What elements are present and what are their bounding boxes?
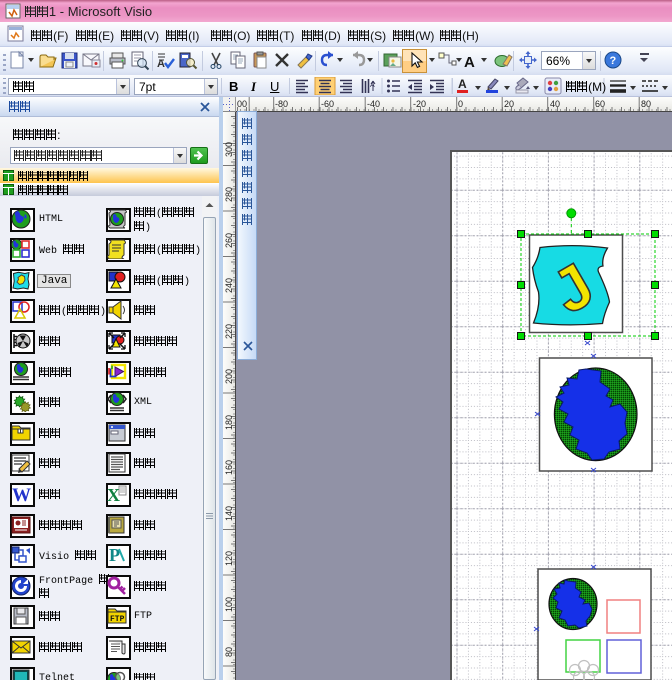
- svg-text:FTP: FTP: [110, 615, 125, 624]
- svg-text:?: ?: [610, 55, 617, 67]
- svg-text:P: P: [109, 545, 120, 565]
- svg-text:A: A: [370, 82, 375, 89]
- svg-text:A: A: [458, 77, 467, 91]
- svg-text:X: X: [107, 485, 120, 504]
- svg-text:A: A: [464, 54, 475, 71]
- svg-text:A: A: [157, 58, 165, 70]
- svg-text:W: W: [12, 485, 31, 504]
